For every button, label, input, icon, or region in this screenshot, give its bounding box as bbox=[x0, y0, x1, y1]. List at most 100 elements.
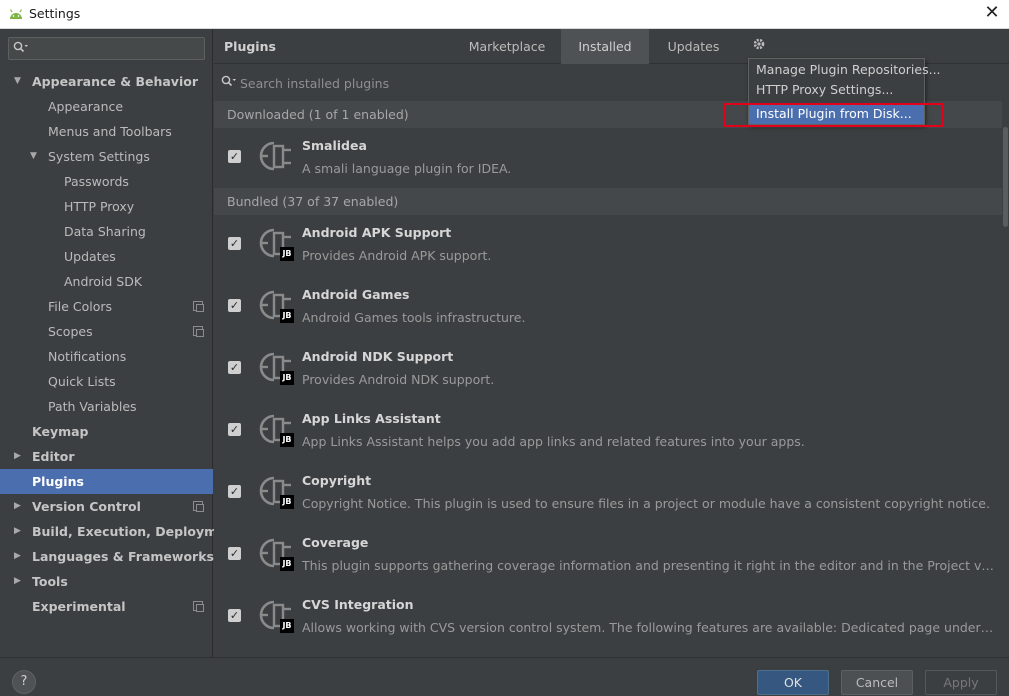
settings-search-input[interactable] bbox=[8, 37, 205, 60]
settings-sidebar: ▼ Appearance & Behavior Appearance Menus an… bbox=[0, 29, 240, 657]
sidebar-item-label: Scopes bbox=[48, 324, 93, 339]
sidebar-item-label: Passwords bbox=[64, 174, 129, 189]
sidebar-item-languages-frameworks[interactable]: ▶ Languages & Frameworks bbox=[0, 544, 214, 569]
plugin-name: Android Games bbox=[302, 287, 410, 302]
android-icon bbox=[9, 9, 23, 19]
sidebar-item-label: Menus and Toolbars bbox=[48, 124, 172, 139]
gear-dropdown-menu: Manage Plugin Repositories... HTTP Proxy… bbox=[748, 58, 941, 125]
sidebar-item-appearance-behavior[interactable]: ▼ Appearance & Behavior bbox=[0, 69, 213, 94]
chevron-down-icon[interactable]: ▼ bbox=[30, 144, 37, 169]
plugin-search-input[interactable] bbox=[240, 73, 740, 93]
plugin-row-coverage[interactable]: ✓ JB Coverage This plugin supports gatherin… bbox=[214, 525, 1002, 587]
jetbrains-badge-icon: JB bbox=[280, 371, 294, 385]
sidebar-item-label: Editor bbox=[32, 449, 75, 464]
menu-item-http-proxy-settings[interactable]: HTTP Proxy Settings... bbox=[749, 80, 924, 100]
plugin-icon: JB bbox=[258, 412, 294, 448]
plugin-description: Provides Android APK support. bbox=[302, 248, 492, 263]
sidebar-item-updates[interactable]: Updates bbox=[0, 244, 213, 269]
sidebar-item-quick-lists[interactable]: Quick Lists bbox=[0, 369, 213, 394]
plugin-row-app-links-assistant[interactable]: ✓ JB App Links Assistant App Links Assistan… bbox=[214, 401, 1002, 463]
menu-item-install-from-disk[interactable]: Install Plugin from Disk... bbox=[749, 104, 924, 124]
plugin-name: Smalidea bbox=[302, 138, 367, 153]
sidebar-item-label: Version Control bbox=[32, 499, 141, 514]
plugin-row-android-ndk-support[interactable]: ✓ JB Android NDK Support Provides Android N… bbox=[214, 339, 1002, 401]
sidebar-item-label: Languages & Frameworks bbox=[32, 549, 214, 564]
plugin-enabled-checkbox[interactable]: ✓ bbox=[228, 150, 241, 163]
sidebar-item-label: Keymap bbox=[32, 424, 89, 439]
sidebar-item-label: Appearance bbox=[48, 99, 124, 114]
sidebar-item-notifications[interactable]: Notifications bbox=[0, 344, 213, 369]
close-icon[interactable]: ✕ bbox=[981, 2, 1003, 24]
ok-button[interactable]: OK bbox=[757, 670, 829, 695]
sidebar-item-http-proxy[interactable]: HTTP Proxy bbox=[0, 194, 213, 219]
sidebar-item-label: HTTP Proxy bbox=[64, 199, 135, 214]
chevron-down-icon[interactable]: ▼ bbox=[14, 69, 21, 94]
sidebar-item-experimental[interactable]: Experimental bbox=[0, 594, 213, 619]
sidebar-item-label: Notifications bbox=[48, 349, 127, 364]
sidebar-item-label: Tools bbox=[32, 574, 68, 589]
sidebar-item-plugins[interactable]: Plugins bbox=[0, 469, 213, 494]
plugin-description: Allows working with CVS version control … bbox=[302, 620, 997, 635]
sidebar-item-scopes[interactable]: Scopes bbox=[0, 319, 213, 344]
sidebar-item-system-settings[interactable]: ▼ System Settings bbox=[0, 144, 213, 169]
chevron-right-icon[interactable]: ▶ bbox=[14, 569, 21, 594]
plugin-enabled-checkbox[interactable]: ✓ bbox=[228, 237, 241, 250]
sidebar-item-keymap[interactable]: Keymap bbox=[0, 419, 213, 444]
jetbrains-badge-icon: JB bbox=[280, 247, 294, 261]
chevron-right-icon[interactable]: ▶ bbox=[14, 544, 21, 569]
tab-installed[interactable]: Installed bbox=[561, 29, 649, 64]
dialog-footer: ? OK Cancel Apply bbox=[0, 657, 1009, 696]
sidebar-item-version-control[interactable]: ▶ Version Control bbox=[0, 494, 213, 519]
scrollbar-thumb[interactable] bbox=[1003, 127, 1008, 227]
sidebar-item-file-colors[interactable]: File Colors bbox=[0, 294, 213, 319]
plugin-row-cvs-integration[interactable]: ✓ JB CVS Integration Allows working with CV… bbox=[214, 587, 1002, 649]
menu-item-manage-repositories[interactable]: Manage Plugin Repositories... bbox=[749, 60, 941, 80]
tab-updates[interactable]: Updates bbox=[655, 29, 732, 64]
sidebar-item-menus-and-toolbars[interactable]: Menus and Toolbars bbox=[0, 119, 213, 144]
plugin-description: Provides Android NDK support. bbox=[302, 372, 495, 387]
jetbrains-badge-icon: JB bbox=[280, 433, 294, 447]
plugin-description: A smali language plugin for IDEA. bbox=[302, 161, 512, 176]
sidebar-item-path-variables[interactable]: Path Variables bbox=[0, 394, 213, 419]
chevron-right-icon[interactable]: ▶ bbox=[14, 519, 21, 544]
project-settings-icon bbox=[193, 326, 204, 337]
title-bar: Settings ✕ bbox=[0, 0, 1009, 29]
sidebar-item-appearance[interactable]: Appearance bbox=[0, 94, 213, 119]
plugin-enabled-checkbox[interactable]: ✓ bbox=[228, 299, 241, 312]
bundled-section-header: Bundled (37 of 37 enabled) bbox=[214, 188, 1002, 215]
project-settings-icon bbox=[193, 301, 204, 312]
plugin-name: Coverage bbox=[302, 535, 369, 550]
sidebar-item-data-sharing[interactable]: Data Sharing bbox=[0, 219, 213, 244]
search-icon bbox=[13, 41, 29, 56]
plugin-enabled-checkbox[interactable]: ✓ bbox=[228, 361, 241, 374]
plugin-enabled-checkbox[interactable]: ✓ bbox=[228, 547, 241, 560]
sidebar-item-label: System Settings bbox=[48, 149, 150, 164]
plugin-icon: JB bbox=[258, 474, 294, 510]
chevron-right-icon[interactable]: ▶ bbox=[14, 444, 21, 469]
apply-button[interactable]: Apply bbox=[925, 670, 997, 695]
tab-marketplace[interactable]: Marketplace bbox=[460, 29, 554, 64]
chevron-right-icon[interactable]: ▶ bbox=[14, 494, 21, 519]
cancel-button[interactable]: Cancel bbox=[841, 670, 913, 695]
plugin-row-android-games[interactable]: ✓ JB Android Games Android Games tools infr… bbox=[214, 277, 1002, 339]
plugin-list-scrollbar[interactable] bbox=[1002, 101, 1009, 657]
plugin-name: Android NDK Support bbox=[302, 349, 454, 364]
plugin-description: App Links Assistant helps you add app li… bbox=[302, 434, 805, 449]
plugin-enabled-checkbox[interactable]: ✓ bbox=[228, 485, 241, 498]
plugin-row-android-apk-support[interactable]: ✓ JB Android APK Support Provides Android A… bbox=[214, 215, 1002, 277]
sidebar-item-editor[interactable]: ▶ Editor bbox=[0, 444, 213, 469]
gear-icon[interactable] bbox=[752, 37, 766, 55]
plugin-enabled-checkbox[interactable]: ✓ bbox=[228, 609, 241, 622]
help-button[interactable]: ? bbox=[12, 670, 36, 694]
page-title: Plugins bbox=[224, 39, 276, 54]
plugin-enabled-checkbox[interactable]: ✓ bbox=[228, 423, 241, 436]
sidebar-item-passwords[interactable]: Passwords bbox=[0, 169, 213, 194]
sidebar-item-build-execution-deployment[interactable]: ▶ Build, Execution, Deployment bbox=[0, 519, 240, 544]
plugin-icon: JB bbox=[258, 598, 294, 634]
search-icon bbox=[221, 75, 237, 90]
plugin-row-smalidea[interactable]: ✓ Smalidea A smali language plugin for IDE… bbox=[214, 128, 1002, 190]
plugin-description: Copyright Notice. This plugin is used to… bbox=[302, 496, 990, 511]
plugin-row-copyright[interactable]: ✓ JB Copyright Copyright Notice. This plugi… bbox=[214, 463, 1002, 525]
sidebar-item-android-sdk[interactable]: Android SDK bbox=[0, 269, 213, 294]
sidebar-item-tools[interactable]: ▶ Tools bbox=[0, 569, 213, 594]
